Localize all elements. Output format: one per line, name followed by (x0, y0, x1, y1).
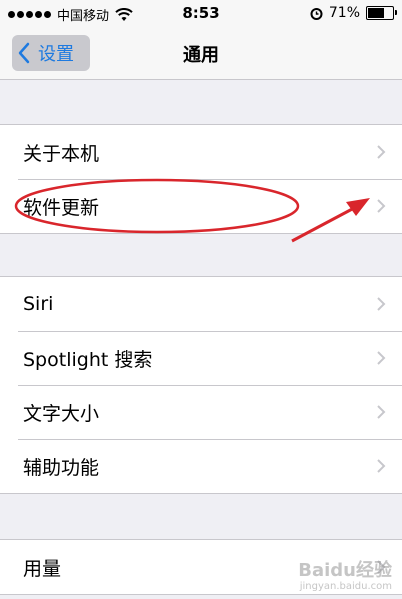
watermark-logo: Baidu经验 (298, 560, 392, 581)
row-label: 辅助功能 (23, 456, 100, 479)
chevron-right-icon (377, 459, 386, 473)
row-siri[interactable]: Siri (0, 277, 402, 331)
baidu-watermark: Baidu经验 jingyan.baidu.com (298, 560, 392, 595)
row-label: Siri (23, 293, 54, 315)
row-about[interactable]: 关于本机 (0, 125, 402, 179)
status-bar: 中国移动 8:53 71% (0, 0, 402, 27)
row-accessibility[interactable]: 辅助功能 (0, 439, 402, 493)
row-label: 用量 (23, 557, 62, 580)
row-label: 文字大小 (23, 402, 100, 425)
row-spotlight-search[interactable]: Spotlight 搜索 (0, 331, 402, 385)
alarm-clock-icon (310, 7, 323, 20)
chevron-right-icon (377, 145, 386, 159)
settings-group-features: Siri Spotlight 搜索 文字大小 辅助功能 (0, 276, 402, 494)
watermark-url: jingyan.baidu.com (299, 581, 392, 592)
battery-percentage: 71% (328, 5, 360, 21)
row-text-size[interactable]: 文字大小 (0, 385, 402, 439)
page-title: 通用 (183, 45, 219, 66)
chevron-right-icon (377, 405, 386, 419)
row-label: Spotlight 搜索 (23, 348, 153, 371)
chevron-right-icon (377, 199, 386, 213)
chevron-right-icon (377, 351, 386, 365)
chevron-right-icon (377, 297, 386, 311)
navigation-bar: 设置 通用 (0, 27, 402, 80)
row-software-update[interactable]: 软件更新 (0, 179, 402, 233)
battery-icon (366, 6, 397, 20)
settings-group-about: 关于本机 软件更新 (0, 124, 402, 234)
row-label: 关于本机 (23, 142, 100, 165)
row-label: 软件更新 (23, 196, 100, 219)
